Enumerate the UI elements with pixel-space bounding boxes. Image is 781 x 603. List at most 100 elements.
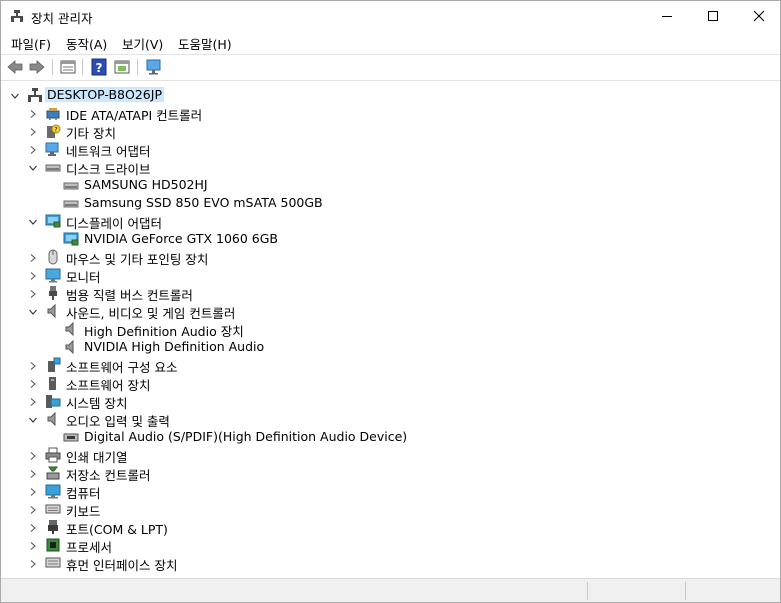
chevron-right-icon[interactable] [28,468,38,478]
chevron-right-icon[interactable] [28,108,38,118]
chevron-down-icon[interactable] [28,216,38,226]
toolbar-separator [82,59,83,75]
tree-device[interactable]: Samsung SSD 850 EVO mSATA 500GB [1,194,780,212]
chevron-right-icon[interactable] [28,144,38,154]
chevron-down-icon[interactable] [10,90,20,100]
tree-device[interactable]: SAMSUNG HD502HJ [1,176,780,194]
tree-category[interactable]: 인쇄 대기열 [1,446,780,465]
chevron-right-icon[interactable] [28,558,38,568]
tree-item-label: SAMSUNG HD502HJ [84,177,208,192]
chevron-right-icon[interactable] [28,504,38,514]
maximize-button[interactable] [690,1,736,31]
hid-icon [45,555,61,571]
svg-text:?: ? [96,61,103,75]
tree-category[interactable]: 저장소 컨트롤러 [1,464,780,483]
disk-drive-icon [45,159,61,175]
chevron-right-icon[interactable] [28,126,38,136]
tree-category[interactable]: 사운드, 비디오 및 게임 컨트롤러 [1,302,780,321]
speaker-icon [63,339,79,355]
tree-category[interactable]: 소프트웨어 구성 요소 [1,356,780,375]
monitor-scan-icon[interactable] [145,58,163,76]
software-device-icon [45,375,61,391]
chevron-down-icon[interactable] [28,306,38,316]
disk-drive-icon [63,177,79,193]
tree-category[interactable]: 디스크 드라이브 [1,158,780,177]
computer-icon [45,483,61,499]
tree-device[interactable]: NVIDIA High Definition Audio [1,338,780,356]
tree-category[interactable]: 마우스 및 기타 포인팅 장치 [1,248,780,267]
properties-icon[interactable] [59,58,77,76]
tree-category[interactable]: 휴먼 인터페이스 장치 [1,554,780,573]
tree-category[interactable]: 모니터 [1,266,780,285]
tree-device[interactable]: High Definition Audio 장치 [1,320,780,339]
tree-root[interactable]: DESKTOP-B8O26JP [1,86,780,104]
chevron-right-icon[interactable] [28,540,38,550]
chevron-right-icon[interactable] [28,360,38,370]
status-divider [587,582,588,600]
close-button[interactable] [736,1,780,31]
device-manager-window: 장치 관리자 파일(F) 동작(A) 보기(V) 도움말(H) ? DESKTO… [0,0,781,603]
tree-category[interactable]: 프로세서 [1,536,780,555]
chevron-down-icon[interactable] [28,162,38,172]
network-adapter-icon [45,141,61,157]
other-devices-icon: ? [45,123,61,139]
tree-device[interactable]: NVIDIA GeForce GTX 1060 6GB [1,230,780,248]
device-tree[interactable]: DESKTOP-B8O26JP IDE ATA/ATAPI 컨트롤러? 기타 장치… [1,82,780,576]
tree-category[interactable]: 오디오 입력 및 출력 [1,410,780,429]
maximize-icon [708,11,718,21]
toolbar-separator [137,59,138,75]
display-adapter-icon [63,231,79,247]
menu-file[interactable]: 파일(F) [11,34,51,53]
tree-category[interactable]: 컴퓨터 [1,482,780,501]
tree-category[interactable]: ? 기타 장치 [1,122,780,141]
tree-item-label: NVIDIA High Definition Audio [84,339,265,354]
tree-category[interactable]: 소프트웨어 장치 [1,374,780,393]
forward-icon[interactable] [28,58,46,76]
tree-category[interactable]: 디스플레이 어댑터 [1,212,780,231]
menu-help[interactable]: 도움말(H) [178,34,232,53]
menu-action[interactable]: 동작(A) [66,34,107,53]
window-title: 장치 관리자 [31,11,93,26]
tree-category[interactable]: 키보드 [1,500,780,519]
toolbar: ? [1,54,780,81]
chevron-right-icon[interactable] [28,486,38,496]
speaker-icon [45,411,61,427]
printer-icon [45,447,61,463]
tree-category[interactable]: 포트(COM & LPT) [1,518,780,537]
usb-icon [45,285,61,301]
speaker-icon [45,303,61,319]
monitor-icon [45,267,61,283]
tree-category[interactable]: 범용 직렬 버스 컨트롤러 [1,284,780,303]
view-icon[interactable] [113,58,131,76]
minimize-button[interactable] [644,1,690,31]
tree-item-label: Samsung SSD 850 EVO mSATA 500GB [84,195,323,210]
chevron-right-icon[interactable] [28,396,38,406]
chevron-right-icon[interactable] [28,450,38,460]
keyboard-icon [45,501,61,517]
chevron-right-icon[interactable] [28,270,38,280]
ide-controller-icon [45,105,61,121]
help-icon[interactable]: ? [90,58,108,76]
chevron-right-icon[interactable] [28,288,38,298]
display-adapter-icon [45,213,61,229]
toolbar-separator [52,59,53,75]
tree-category[interactable]: 네트워크 어댑터 [1,140,780,159]
back-icon[interactable] [6,58,24,76]
title-bar[interactable]: 장치 관리자 [1,1,780,31]
tree-category[interactable]: IDE ATA/ATAPI 컨트롤러 [1,104,780,123]
tree-item-label: NVIDIA GeForce GTX 1060 6GB [84,231,279,246]
chevron-right-icon[interactable] [28,522,38,532]
device-manager-app-icon [10,9,24,23]
chevron-right-icon[interactable] [28,378,38,388]
status-bar [1,578,780,602]
system-device-icon [45,393,61,409]
tree-category[interactable]: 시스템 장치 [1,392,780,411]
mouse-icon [45,249,61,265]
menu-view[interactable]: 보기(V) [122,34,163,53]
tree-device[interactable]: Digital Audio (S/PDIF)(High Definition A… [1,428,780,446]
chevron-right-icon[interactable] [28,252,38,262]
svg-text:?: ? [54,127,57,134]
chevron-down-icon[interactable] [28,414,38,424]
port-icon [45,519,61,535]
audio-port-icon [63,429,79,445]
